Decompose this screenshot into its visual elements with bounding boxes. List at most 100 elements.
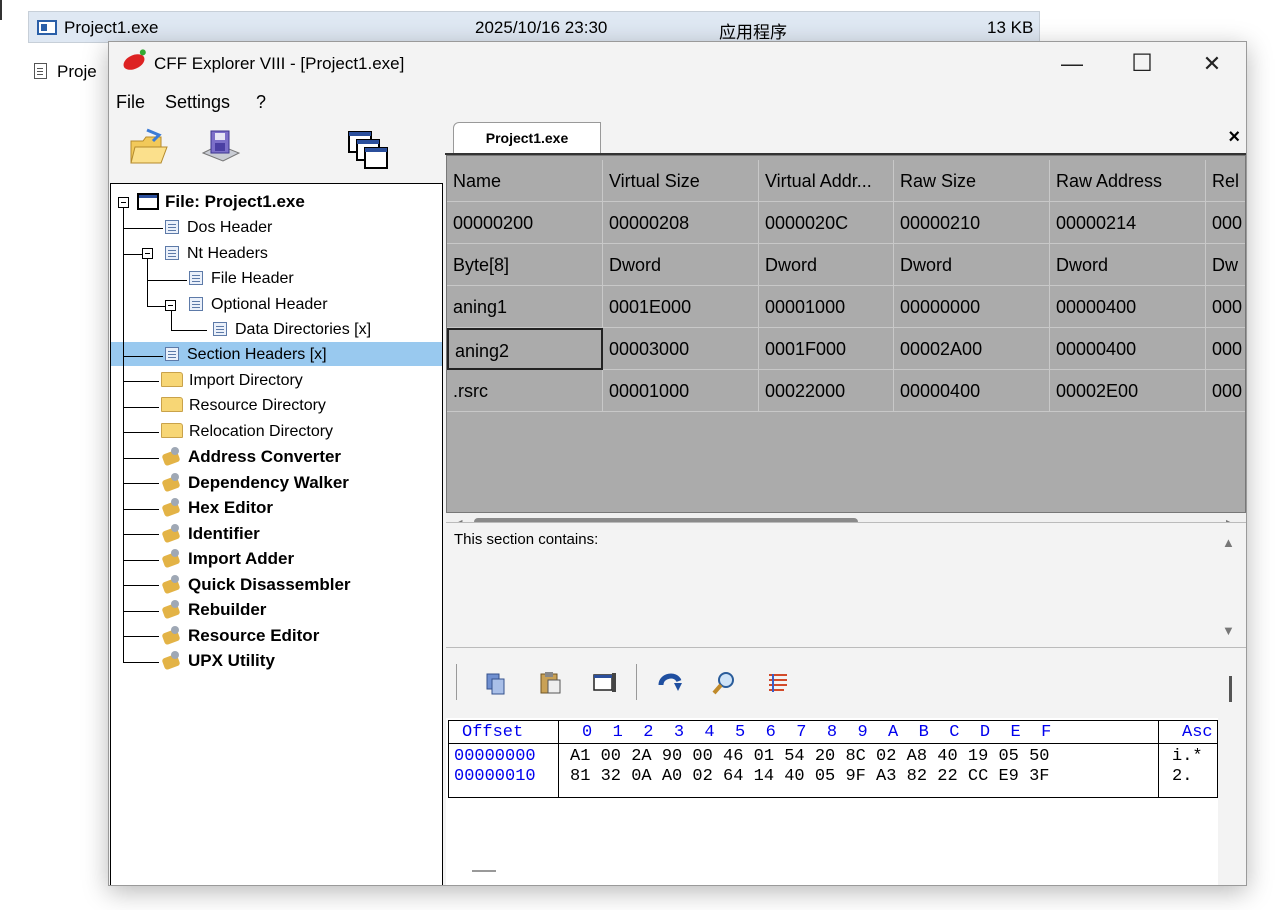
- tree-item-data-directories[interactable]: Data Directories [x]: [213, 319, 371, 341]
- tree-item-hex-editor[interactable]: Hex Editor: [161, 497, 273, 519]
- value-cell[interactable]: 00002A00: [894, 328, 1050, 370]
- explorer-file-row-2[interactable]: Proje: [34, 62, 97, 82]
- tree-label: Data Directories [x]: [235, 321, 372, 338]
- scroll-up-icon[interactable]: ▲: [1222, 535, 1235, 550]
- tree-label: Section Headers [x]: [187, 346, 327, 363]
- open-folder-icon[interactable]: [129, 127, 169, 167]
- column-header[interactable]: Virtual Addr...: [759, 160, 894, 202]
- offset-cell: 00000200: [447, 202, 603, 244]
- scroll-down-icon[interactable]: ▼: [1222, 623, 1235, 638]
- tree-line: [123, 534, 159, 535]
- tool-icon: [161, 523, 183, 543]
- toolbar-separator: [636, 664, 637, 700]
- value-cell[interactable]: 00000400: [1050, 286, 1206, 328]
- type-cell: Dword: [759, 244, 894, 286]
- hex-ascii[interactable]: i.*: [1172, 746, 1203, 767]
- hex-bytes[interactable]: A1 00 2A 90 00 46 01 54 20 8C 02 A8 40 1…: [570, 746, 1049, 767]
- windows-cascade-icon[interactable]: [347, 130, 391, 172]
- hex-view[interactable]: Offset 0 1 2 3 4 5 6 7 8 9 A B C D E F A…: [446, 718, 1218, 885]
- tree-item-section-headers[interactable]: Section Headers [x]: [165, 344, 327, 366]
- paste-icon[interactable]: [538, 670, 564, 696]
- tree-item-nt-headers[interactable]: Nt Headers: [165, 243, 268, 265]
- tree-item-identifier[interactable]: Identifier: [161, 523, 260, 545]
- save-disk-icon[interactable]: [199, 127, 243, 169]
- value-cell[interactable]: 000: [1206, 328, 1245, 370]
- tab-project1[interactable]: Project1.exe: [453, 122, 601, 153]
- value-cell[interactable]: 00000000: [894, 286, 1050, 328]
- value-cell[interactable]: 0001F000: [759, 328, 894, 370]
- resize-grip[interactable]: [472, 870, 496, 872]
- tree-item-dependency-walker[interactable]: Dependency Walker: [161, 472, 349, 494]
- value-cell[interactable]: 00000400: [894, 370, 1050, 412]
- value-cell[interactable]: 00022000: [759, 370, 894, 412]
- value-cell[interactable]: 00001000: [603, 370, 759, 412]
- hex-offset[interactable]: 00000000: [454, 746, 536, 767]
- section-info-pane[interactable]: This section contains: ▲ ▼: [446, 522, 1246, 648]
- value-cell[interactable]: 000: [1206, 286, 1245, 328]
- tree-expander[interactable]: [142, 248, 153, 259]
- copy-icon[interactable]: [484, 672, 508, 696]
- column-header[interactable]: Virtual Size: [603, 160, 759, 202]
- title-bar[interactable]: CFF Explorer VIII - [Project1.exe] — ☐ ✕: [109, 42, 1246, 88]
- tree-item-resource-directory[interactable]: Resource Directory: [161, 395, 326, 417]
- tree-item-root[interactable]: File: Project1.exe: [137, 191, 305, 213]
- value-cell[interactable]: 00003000: [603, 328, 759, 370]
- value-cell[interactable]: 00000400: [1050, 328, 1206, 370]
- minimize-button[interactable]: —: [1037, 42, 1107, 88]
- value-cell[interactable]: 000: [1206, 370, 1245, 412]
- tree-label: Import Directory: [189, 372, 303, 389]
- structure-tree[interactable]: File: Project1.exe Dos Header Nt Headers…: [110, 183, 443, 885]
- tree-item-rebuilder[interactable]: Rebuilder: [161, 599, 266, 621]
- menu-help[interactable]: ?: [256, 92, 266, 113]
- column-header[interactable]: Raw Address: [1050, 160, 1206, 202]
- tree-item-file-header[interactable]: File Header: [189, 268, 294, 290]
- menu-file[interactable]: File: [116, 92, 145, 113]
- search-icon[interactable]: [711, 670, 737, 696]
- menu-settings[interactable]: Settings: [165, 92, 230, 113]
- tree-item-relocation-directory[interactable]: Relocation Directory: [161, 421, 333, 443]
- tool-icon: [161, 599, 183, 619]
- tree-expander[interactable]: [118, 197, 129, 208]
- tree-label: Resource Directory: [189, 397, 326, 414]
- properties-icon[interactable]: [592, 670, 620, 696]
- tool-icon: [161, 446, 183, 466]
- explorer-file-row[interactable]: Project1.exe 2025/10/16 23:30 应用程序 13 KB: [28, 11, 1040, 43]
- tree-item-import-adder[interactable]: Import Adder: [161, 548, 294, 570]
- tree-item-quick-disassembler[interactable]: Quick Disassembler: [161, 574, 351, 596]
- tree-item-resource-editor[interactable]: Resource Editor: [161, 625, 319, 647]
- section-name-cell[interactable]: aning2: [447, 328, 603, 370]
- column-header[interactable]: Rel: [1206, 160, 1245, 202]
- tree-expander[interactable]: [165, 300, 176, 311]
- type-cell: Dw: [1206, 244, 1245, 286]
- hex-offset[interactable]: 00000010: [454, 766, 536, 787]
- tree-line: [123, 662, 159, 663]
- tab-close-icon[interactable]: ×: [1228, 126, 1240, 149]
- exe-file-icon: [37, 20, 57, 35]
- tree-item-optional-header[interactable]: Optional Header: [189, 294, 328, 316]
- section-name-cell[interactable]: .rsrc: [447, 370, 603, 412]
- close-button[interactable]: ✕: [1177, 42, 1246, 88]
- hex-ascii[interactable]: 2.: [1172, 766, 1192, 787]
- tree-item-dos-header[interactable]: Dos Header: [165, 217, 272, 239]
- folder-icon: [161, 423, 183, 438]
- value-cell[interactable]: 0001E000: [603, 286, 759, 328]
- column-header[interactable]: Name: [447, 160, 603, 202]
- tree-item-address-converter[interactable]: Address Converter: [161, 446, 341, 468]
- cff-explorer-window: CFF Explorer VIII - [Project1.exe] — ☐ ✕…: [108, 41, 1247, 886]
- section-headers-grid[interactable]: Name Virtual Size Virtual Addr... Raw Si…: [446, 155, 1246, 513]
- text-lines-icon[interactable]: [766, 670, 792, 696]
- tool-icon: [161, 497, 183, 517]
- section-name-cell[interactable]: aning1: [447, 286, 603, 328]
- goto-arrow-icon[interactable]: [656, 669, 684, 695]
- maximize-button[interactable]: ☐: [1107, 42, 1177, 88]
- value-cell[interactable]: 00002E00: [1050, 370, 1206, 412]
- tree-item-upx-utility[interactable]: UPX Utility: [161, 650, 275, 672]
- tree-label: Address Converter: [188, 447, 342, 466]
- tool-icon: [161, 574, 183, 594]
- value-cell[interactable]: 00001000: [759, 286, 894, 328]
- scroll-indicator[interactable]: [1229, 676, 1232, 702]
- hex-bytes[interactable]: 81 32 0A A0 02 64 14 40 05 9F A3 82 22 C…: [570, 766, 1049, 787]
- column-header[interactable]: Raw Size: [894, 160, 1050, 202]
- tree-line: [171, 330, 207, 331]
- tree-item-import-directory[interactable]: Import Directory: [161, 370, 303, 392]
